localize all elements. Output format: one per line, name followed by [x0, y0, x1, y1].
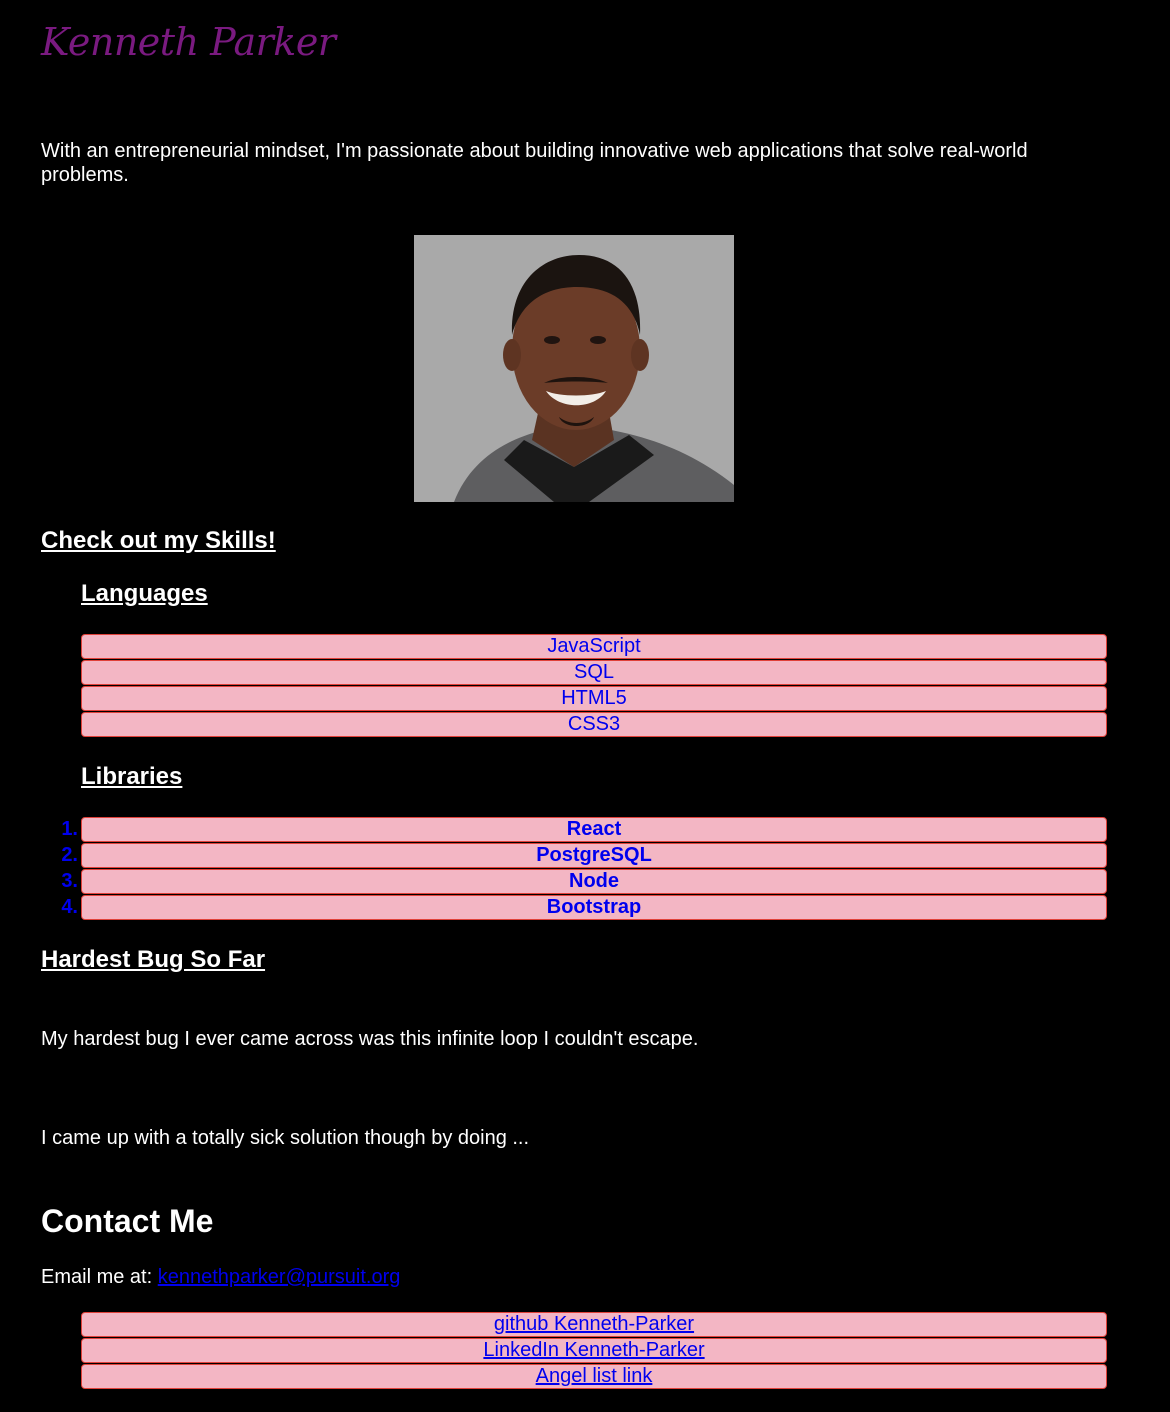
contact-heading: Contact Me [41, 1203, 214, 1239]
site-title: Kenneth Parker [41, 20, 336, 64]
languages-heading: Languages [81, 580, 208, 607]
library-label: PostgreSQL [536, 844, 652, 866]
intro-text: With an entrepreneurial mindset, I'm pas… [41, 140, 1028, 186]
language-item-css3: CSS3 [81, 712, 1107, 737]
library-item-react: 1. React [61, 817, 1107, 842]
list-number: 3. [61, 870, 78, 892]
github-item: github Kenneth-Parker [81, 1312, 1107, 1337]
list-number: 2. [61, 844, 78, 866]
social-links-list: github Kenneth-Parker LinkedIn Kenneth-P… [81, 1312, 1107, 1390]
bug-paragraph-1: My hardest bug I ever came across was th… [41, 1028, 699, 1050]
libraries-list: 1. React 2. PostgreSQL 3. Node 4. Bootst… [61, 817, 1107, 921]
profile-photo [414, 235, 734, 502]
library-label: Bootstrap [546, 896, 642, 918]
bug-paragraph-2: I came up with a totally sick solution t… [41, 1127, 530, 1149]
angellist-link[interactable]: Angel list link [536, 1365, 653, 1387]
linkedin-item: LinkedIn Kenneth-Parker [81, 1338, 1107, 1363]
email-prefix: Email me at: [41, 1266, 153, 1288]
library-item-node: 3. Node [61, 869, 1107, 894]
angellist-item: Angel list link [81, 1364, 1107, 1389]
skills-heading: Check out my Skills! [41, 527, 276, 554]
language-item-sql: SQL [81, 660, 1107, 685]
language-item-javascript: JavaScript [81, 634, 1107, 659]
library-label: React [566, 818, 622, 840]
portrait-icon [414, 235, 734, 502]
list-number: 4. [61, 896, 78, 918]
linkedin-link[interactable]: LinkedIn Kenneth-Parker [483, 1339, 704, 1361]
library-label: Node [569, 870, 619, 892]
list-number: 1. [61, 818, 78, 840]
language-item-html5: HTML5 [81, 686, 1107, 711]
email-link[interactable]: kennethparker@pursuit.org [158, 1266, 401, 1288]
github-link[interactable]: github Kenneth-Parker [494, 1313, 694, 1335]
languages-list: JavaScript SQL HTML5 CSS3 [81, 634, 1107, 738]
library-item-bootstrap: 4. Bootstrap [61, 895, 1107, 920]
hardest-bug-heading: Hardest Bug So Far [41, 946, 266, 973]
libraries-heading: Libraries [81, 763, 183, 790]
library-item-postgresql: 2. PostgreSQL [61, 843, 1107, 868]
email-line: Email me at: kennethparker@pursuit.org [41, 1265, 400, 1289]
